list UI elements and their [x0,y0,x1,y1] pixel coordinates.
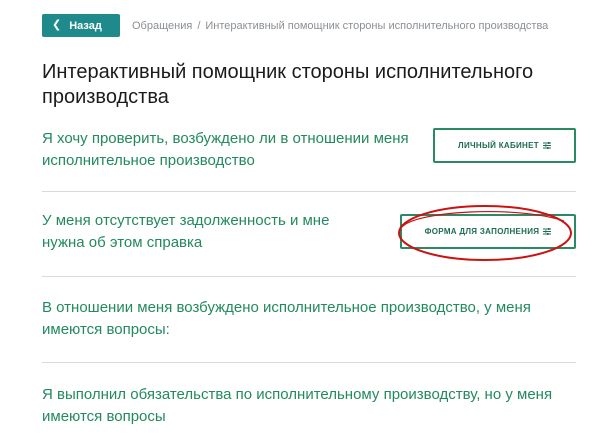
page-title: Интерактивный помощник стороны исполните… [42,61,534,108]
personal-account-button-label: ЛИЧНЫЙ КАБИНЕТ [458,141,539,150]
row-text: Я хочу проверить, возбуждено ли в отноше… [42,130,409,169]
chevron-left-icon: ❮ [52,19,62,31]
row-text: У меня отсутствует задолженность и мне н… [42,212,330,251]
breadcrumb-item-appeals[interactable]: Обращения [132,20,192,32]
divider [42,191,576,192]
list-item[interactable]: В отношении меня возбуждено исполнительн… [42,297,576,341]
personal-account-button[interactable]: ЛИЧНЫЙ КАБИНЕТ [433,128,576,163]
breadcrumb-item-current: Интерактивный помощник стороны исполните… [205,19,549,32]
back-button-label: Назад [69,19,102,32]
list-item[interactable]: Я выполнил обязательства по исполнительн… [42,384,576,428]
row-text: Я выполнил обязательства по исполнительн… [42,386,553,425]
back-button[interactable]: ❮ Назад [42,14,120,37]
breadcrumb: Обращения / Интерактивный помощник стороны… [132,20,548,32]
divider [42,362,576,363]
page: ❮ Назад Обращения / Интерактивный помощник… [0,0,600,448]
fill-form-button-label: ФОРМА ДЛЯ ЗАПОЛНЕНИЯ [424,227,540,236]
top-bar: ❮ Назад Обращения / Интерактивный помощник… [42,14,548,37]
sliders-icon [543,228,552,235]
sliders-icon [542,142,551,149]
row-text: В отношении меня возбуждено исполнительн… [42,299,531,338]
breadcrumb-separator: / [197,19,201,32]
fill-form-button[interactable]: ФОРМА ДЛЯ ЗАПОЛНЕНИЯ [400,214,576,249]
divider [42,276,576,277]
